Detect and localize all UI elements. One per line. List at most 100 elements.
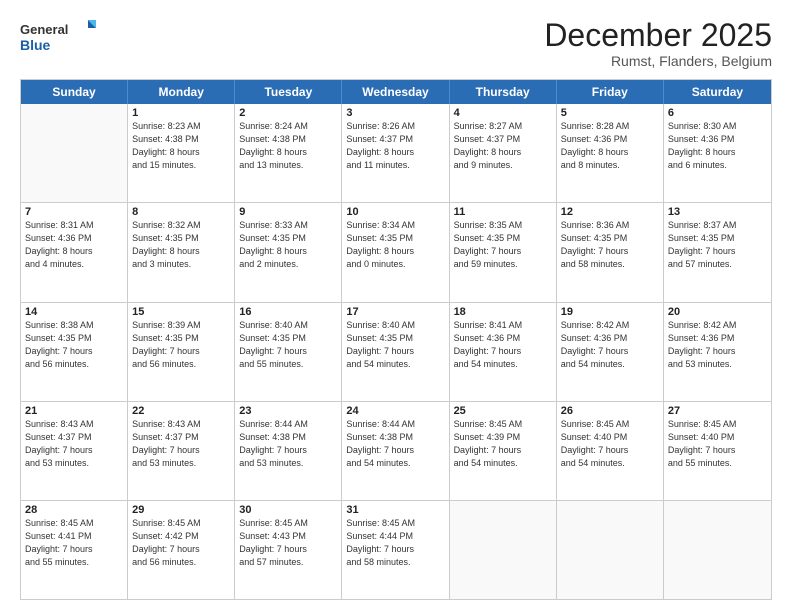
day-cell-14: 14Sunrise: 8:38 AMSunset: 4:35 PMDayligh… [21,303,128,401]
day-cell-10: 10Sunrise: 8:34 AMSunset: 4:35 PMDayligh… [342,203,449,301]
day-number: 9 [239,206,337,218]
day-info: Sunrise: 8:38 AMSunset: 4:35 PMDaylight:… [25,319,123,371]
location: Rumst, Flanders, Belgium [544,53,772,69]
empty-cell [450,501,557,599]
day-number: 18 [454,306,552,318]
day-cell-21: 21Sunrise: 8:43 AMSunset: 4:37 PMDayligh… [21,402,128,500]
day-number: 8 [132,206,230,218]
day-number: 11 [454,206,552,218]
day-cell-8: 8Sunrise: 8:32 AMSunset: 4:35 PMDaylight… [128,203,235,301]
day-cell-7: 7Sunrise: 8:31 AMSunset: 4:36 PMDaylight… [21,203,128,301]
day-info: Sunrise: 8:24 AMSunset: 4:38 PMDaylight:… [239,120,337,172]
day-cell-30: 30Sunrise: 8:45 AMSunset: 4:43 PMDayligh… [235,501,342,599]
day-cell-23: 23Sunrise: 8:44 AMSunset: 4:38 PMDayligh… [235,402,342,500]
header-day-sunday: Sunday [21,80,128,104]
day-number: 26 [561,405,659,417]
day-cell-28: 28Sunrise: 8:45 AMSunset: 4:41 PMDayligh… [21,501,128,599]
day-info: Sunrise: 8:28 AMSunset: 4:36 PMDaylight:… [561,120,659,172]
day-number: 10 [346,206,444,218]
day-cell-4: 4Sunrise: 8:27 AMSunset: 4:37 PMDaylight… [450,104,557,202]
week-row-2: 7Sunrise: 8:31 AMSunset: 4:36 PMDaylight… [21,203,771,302]
day-cell-1: 1Sunrise: 8:23 AMSunset: 4:38 PMDaylight… [128,104,235,202]
day-cell-25: 25Sunrise: 8:45 AMSunset: 4:39 PMDayligh… [450,402,557,500]
day-info: Sunrise: 8:42 AMSunset: 4:36 PMDaylight:… [668,319,767,371]
svg-text:Blue: Blue [20,37,51,53]
day-info: Sunrise: 8:45 AMSunset: 4:42 PMDaylight:… [132,517,230,569]
day-number: 5 [561,107,659,119]
day-info: Sunrise: 8:32 AMSunset: 4:35 PMDaylight:… [132,219,230,271]
day-info: Sunrise: 8:36 AMSunset: 4:35 PMDaylight:… [561,219,659,271]
day-number: 4 [454,107,552,119]
day-info: Sunrise: 8:45 AMSunset: 4:40 PMDaylight:… [561,418,659,470]
day-info: Sunrise: 8:23 AMSunset: 4:38 PMDaylight:… [132,120,230,172]
week-row-1: 1Sunrise: 8:23 AMSunset: 4:38 PMDaylight… [21,104,771,203]
week-row-4: 21Sunrise: 8:43 AMSunset: 4:37 PMDayligh… [21,402,771,501]
empty-cell [21,104,128,202]
day-number: 13 [668,206,767,218]
day-cell-24: 24Sunrise: 8:44 AMSunset: 4:38 PMDayligh… [342,402,449,500]
day-info: Sunrise: 8:42 AMSunset: 4:36 PMDaylight:… [561,319,659,371]
header-day-saturday: Saturday [664,80,771,104]
day-cell-12: 12Sunrise: 8:36 AMSunset: 4:35 PMDayligh… [557,203,664,301]
day-info: Sunrise: 8:45 AMSunset: 4:43 PMDaylight:… [239,517,337,569]
page: General Blue December 2025 Rumst, Flande… [0,0,792,612]
header-day-wednesday: Wednesday [342,80,449,104]
day-number: 29 [132,504,230,516]
day-info: Sunrise: 8:43 AMSunset: 4:37 PMDaylight:… [25,418,123,470]
day-info: Sunrise: 8:44 AMSunset: 4:38 PMDaylight:… [346,418,444,470]
day-cell-9: 9Sunrise: 8:33 AMSunset: 4:35 PMDaylight… [235,203,342,301]
day-cell-17: 17Sunrise: 8:40 AMSunset: 4:35 PMDayligh… [342,303,449,401]
empty-cell [664,501,771,599]
logo-svg: General Blue [20,18,100,58]
day-number: 14 [25,306,123,318]
header-day-monday: Monday [128,80,235,104]
day-info: Sunrise: 8:39 AMSunset: 4:35 PMDaylight:… [132,319,230,371]
day-cell-13: 13Sunrise: 8:37 AMSunset: 4:35 PMDayligh… [664,203,771,301]
day-info: Sunrise: 8:34 AMSunset: 4:35 PMDaylight:… [346,219,444,271]
day-cell-22: 22Sunrise: 8:43 AMSunset: 4:37 PMDayligh… [128,402,235,500]
header-day-friday: Friday [557,80,664,104]
day-number: 28 [25,504,123,516]
day-cell-5: 5Sunrise: 8:28 AMSunset: 4:36 PMDaylight… [557,104,664,202]
svg-text:General: General [20,22,68,37]
day-cell-27: 27Sunrise: 8:45 AMSunset: 4:40 PMDayligh… [664,402,771,500]
day-number: 12 [561,206,659,218]
day-cell-11: 11Sunrise: 8:35 AMSunset: 4:35 PMDayligh… [450,203,557,301]
day-number: 27 [668,405,767,417]
month-title: December 2025 [544,18,772,53]
day-info: Sunrise: 8:44 AMSunset: 4:38 PMDaylight:… [239,418,337,470]
day-cell-6: 6Sunrise: 8:30 AMSunset: 4:36 PMDaylight… [664,104,771,202]
day-number: 1 [132,107,230,119]
day-info: Sunrise: 8:40 AMSunset: 4:35 PMDaylight:… [239,319,337,371]
day-number: 16 [239,306,337,318]
calendar: SundayMondayTuesdayWednesdayThursdayFrid… [20,79,772,600]
day-number: 25 [454,405,552,417]
day-number: 31 [346,504,444,516]
day-info: Sunrise: 8:26 AMSunset: 4:37 PMDaylight:… [346,120,444,172]
title-block: December 2025 Rumst, Flanders, Belgium [544,18,772,69]
day-info: Sunrise: 8:45 AMSunset: 4:40 PMDaylight:… [668,418,767,470]
day-info: Sunrise: 8:30 AMSunset: 4:36 PMDaylight:… [668,120,767,172]
week-row-3: 14Sunrise: 8:38 AMSunset: 4:35 PMDayligh… [21,303,771,402]
day-cell-31: 31Sunrise: 8:45 AMSunset: 4:44 PMDayligh… [342,501,449,599]
day-number: 3 [346,107,444,119]
day-info: Sunrise: 8:27 AMSunset: 4:37 PMDaylight:… [454,120,552,172]
day-number: 6 [668,107,767,119]
day-number: 15 [132,306,230,318]
day-cell-16: 16Sunrise: 8:40 AMSunset: 4:35 PMDayligh… [235,303,342,401]
day-info: Sunrise: 8:37 AMSunset: 4:35 PMDaylight:… [668,219,767,271]
day-cell-20: 20Sunrise: 8:42 AMSunset: 4:36 PMDayligh… [664,303,771,401]
day-info: Sunrise: 8:33 AMSunset: 4:35 PMDaylight:… [239,219,337,271]
day-info: Sunrise: 8:45 AMSunset: 4:44 PMDaylight:… [346,517,444,569]
day-number: 2 [239,107,337,119]
week-row-5: 28Sunrise: 8:45 AMSunset: 4:41 PMDayligh… [21,501,771,599]
day-info: Sunrise: 8:40 AMSunset: 4:35 PMDaylight:… [346,319,444,371]
day-number: 24 [346,405,444,417]
day-number: 19 [561,306,659,318]
day-cell-19: 19Sunrise: 8:42 AMSunset: 4:36 PMDayligh… [557,303,664,401]
day-info: Sunrise: 8:45 AMSunset: 4:41 PMDaylight:… [25,517,123,569]
day-info: Sunrise: 8:31 AMSunset: 4:36 PMDaylight:… [25,219,123,271]
empty-cell [557,501,664,599]
day-info: Sunrise: 8:35 AMSunset: 4:35 PMDaylight:… [454,219,552,271]
day-cell-18: 18Sunrise: 8:41 AMSunset: 4:36 PMDayligh… [450,303,557,401]
